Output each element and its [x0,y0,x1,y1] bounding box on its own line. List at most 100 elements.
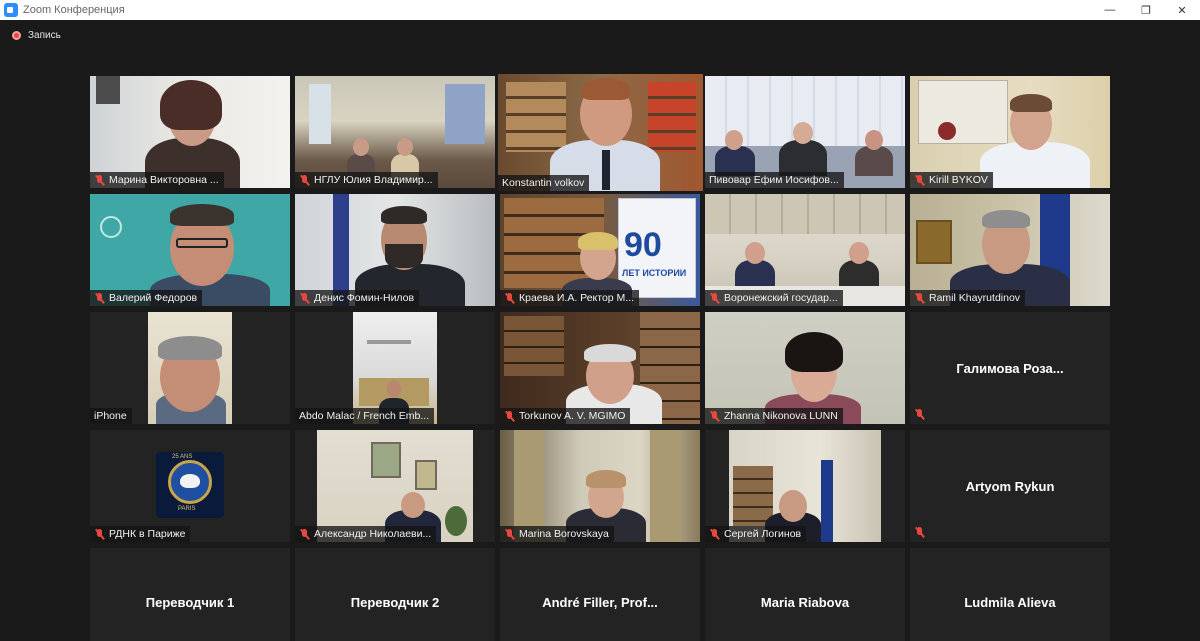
participant-name-tag: Ramil Khayrutdinov [910,290,1026,306]
active-speaker-tile[interactable]: Konstantin volkov [498,74,703,191]
participant-name: Александр Николаеви... [314,528,432,540]
poster-number: 90 [624,226,662,264]
participant-tile[interactable]: Ludmila Alieva [910,548,1110,641]
participant-name: НГЛУ Юлия Владимир... [314,174,433,186]
participant-tile[interactable]: Переводчик 1 [90,548,290,641]
participant-name-tag: Konstantin volkov [498,175,590,191]
participant-video [498,74,703,191]
participant-name: Abdo Malac / French Emb... [299,410,430,422]
participant-name-tag: Marina Borovskaya [500,526,614,542]
title-bar: Zoom Конференция — ❐ ✕ [0,0,1200,20]
participant-name: Ludmila Alieva [964,594,1056,610]
mic-muted-icon [914,527,925,538]
participant-name-tag: Воронежский государ... [705,290,843,306]
participant-name-tag: Abdo Malac / French Emb... [295,408,435,424]
window-controls: — ❐ ✕ [1092,0,1200,20]
mic-muted-icon [94,528,105,540]
participant-name: Torkunov A. V. MGIMO [519,410,626,422]
participant-tile[interactable]: Галимова Роза... [910,312,1110,424]
zoom-app-icon [4,3,18,17]
participant-name: Галимова Роза... [956,360,1064,376]
participant-name-tag: iPhone [90,408,132,424]
participant-tile[interactable]: Марина Викторовна ... [90,76,290,188]
participant-tile[interactable]: Ramil Khayrutdinov [910,194,1110,306]
mic-muted-icon [709,292,720,304]
participant-tile[interactable]: Сергей Логинов [705,430,905,542]
mic-muted-icon [914,292,925,304]
mic-muted-icon [709,410,720,422]
participant-name-tag: Александр Николаеви... [295,526,437,542]
mic-muted-icon [299,292,310,304]
participant-name: Переводчик 1 [145,594,235,610]
participant-tile[interactable]: Marina Borovskaya [500,430,700,542]
participant-name-tag: Torkunov A. V. MGIMO [500,408,631,424]
participant-tile[interactable]: Maria Riabova [705,548,905,641]
participant-name: Artyom Rykun [965,478,1055,494]
participant-name: Сергей Логинов [724,528,802,540]
participant-name: РДНК в Париже [109,528,186,540]
participant-name: Денис Фомин-Нилов [314,292,415,304]
participant-name: Воронежский государ... [724,292,838,304]
participant-tile[interactable]: Александр Николаеви... [295,430,495,542]
participant-name-tag: Kirill BYKOV [910,172,993,188]
mic-muted-icon [299,528,310,540]
mic-muted-icon [504,292,515,304]
participant-name: Zhanna Nikonova LUNN [724,410,838,422]
recording-indicator[interactable]: Запись [12,30,61,41]
participant-name: Kirill BYKOV [929,174,988,186]
recording-label: Запись [28,30,61,41]
participant-tile[interactable]: 90 ЛЕТ ИСТОРИИ Краева И.А. Ректор М... [500,194,700,306]
mic-muted-icon [914,174,925,186]
poster-caption: ЛЕТ ИСТОРИИ [622,268,687,278]
participant-name-tag: Денис Фомин-Нилов [295,290,420,306]
logo-bottom-text: PARIS [178,506,196,512]
participant-name-tag: НГЛУ Юлия Владимир... [295,172,438,188]
participant-name: Marina Borovskaya [519,528,609,540]
logo-top-text: 25 ANS [172,454,193,460]
participant-tile[interactable]: Переводчик 2 [295,548,495,641]
mic-muted-icon [299,174,310,186]
participant-name: Пивовар Ефим Иосифов... [709,174,839,186]
participant-tile[interactable]: Валерий Федоров [90,194,290,306]
participant-name: Валерий Федоров [109,292,198,304]
minimize-button[interactable]: — [1092,0,1128,20]
participant-name: Ramil Khayrutdinov [929,292,1021,304]
participant-tile[interactable]: Abdo Malac / French Emb... [295,312,495,424]
mic-muted-icon [914,409,925,420]
participant-tile[interactable]: Воронежский государ... [705,194,905,306]
participant-tile[interactable]: Zhanna Nikonova LUNN [705,312,905,424]
record-icon [12,31,21,40]
participant-tile[interactable]: iPhone [90,312,290,424]
mic-muted-icon [94,292,105,304]
participant-name: André Filler, Prof... [542,594,658,610]
participant-tile[interactable]: Пивовар Ефим Иосифов... [705,76,905,188]
participant-name-tag: Сергей Логинов [705,526,807,542]
participant-name: Марина Викторовна ... [109,174,219,186]
gallery-view: Запись Марина Викторовна ... НГЛУ Юлия В… [0,20,1200,641]
mic-muted-icon [504,410,515,422]
participant-name: Переводчик 2 [350,594,440,610]
participant-tile[interactable]: Денис Фомин-Нилов [295,194,495,306]
window-title: Zoom Конференция [23,4,125,16]
participant-name: Maria Riabova [760,594,850,610]
mic-muted-icon [94,174,105,186]
close-button[interactable]: ✕ [1164,0,1200,20]
participant-name-tag: Марина Викторовна ... [90,172,224,188]
participant-name: iPhone [94,410,127,422]
participant-name: Краева И.А. Ректор М... [519,292,635,304]
participant-name-tag: Краева И.А. Ректор М... [500,290,640,306]
restore-button[interactable]: ❐ [1128,0,1164,20]
mic-muted-icon [709,528,720,540]
participant-name-tag: Zhanna Nikonova LUNN [705,408,843,424]
participant-tile[interactable]: André Filler, Prof... [500,548,700,641]
participant-name-tag: Валерий Федоров [90,290,203,306]
participant-name-tag: Пивовар Ефим Иосифов... [705,172,844,188]
participant-name: Konstantin volkov [502,177,585,189]
participant-tile[interactable]: НГЛУ Юлия Владимир... [295,76,495,188]
participant-tile[interactable]: Torkunov A. V. MGIMO [500,312,700,424]
participant-name-tag: РДНК в Париже [90,526,191,542]
mic-muted-icon [504,528,515,540]
participant-tile[interactable]: Kirill BYKOV [910,76,1110,188]
participant-tile[interactable]: Artyom Rykun [910,430,1110,542]
participant-tile[interactable]: 25 ANS PARIS РДНК в Париже [90,430,290,542]
